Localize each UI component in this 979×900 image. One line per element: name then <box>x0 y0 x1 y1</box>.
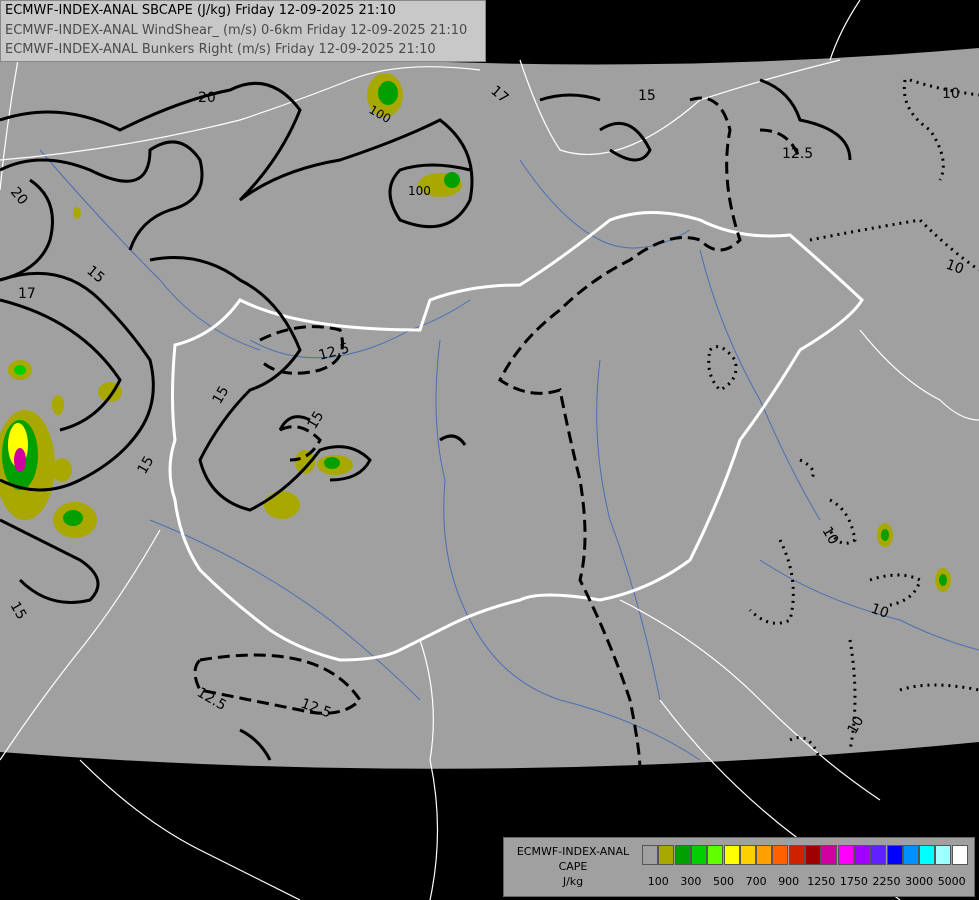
legend-swatch <box>935 845 952 865</box>
legend-swatch <box>674 845 691 865</box>
legend-tick-label: 3000 <box>905 875 934 888</box>
cape-label-100b: 100 <box>408 184 431 198</box>
legend-swatch <box>919 845 936 865</box>
header-title-windshear: ECMWF-INDEX-ANAL WindShear_ (m/s) 0-6km … <box>5 23 468 38</box>
legend-swatch <box>756 845 773 865</box>
legend-swatch <box>886 845 903 865</box>
cape-legend: ECMWF-INDEX-ANAL CAPE J/kg 100 300 500 700 9… <box>503 837 975 897</box>
legend-swatch <box>853 845 870 865</box>
weather-map: 20 20 17 17 15 15 15 15 15 15 12.5 12.5 … <box>0 0 979 900</box>
legend-swatch <box>642 845 658 865</box>
legend-swatch <box>772 845 789 865</box>
legend-swatch <box>821 845 838 865</box>
legend-title: ECMWF-INDEX-ANAL CAPE J/kg <box>506 844 640 889</box>
legend-swatch <box>837 845 854 865</box>
legend-swatch <box>788 845 805 865</box>
legend-title-unit: J/kg <box>562 875 584 888</box>
legend-tick-label: 2250 <box>872 875 901 888</box>
header-panel: ECMWF-INDEX-ANAL SBCAPE (J/kg) Friday 12… <box>0 0 486 62</box>
legend-tick-label: 1250 <box>807 875 836 888</box>
legend-title-source: ECMWF-INDEX-ANAL <box>516 845 630 858</box>
legend-tick-label: 500 <box>713 875 734 888</box>
contour-label-15a: 15 <box>638 88 656 104</box>
model-domain <box>0 25 979 769</box>
legend-tick-label: 300 <box>680 875 702 888</box>
legend-title-variable: CAPE <box>558 860 588 873</box>
legend-swatch <box>870 845 887 865</box>
legend-tick-label: 5000 <box>937 875 966 888</box>
legend-swatch <box>805 845 821 865</box>
contour-label-17b: 17 <box>18 286 36 302</box>
legend-tick-label: 1750 <box>839 875 868 888</box>
legend-swatch <box>902 845 919 865</box>
legend-swatch <box>690 845 707 865</box>
legend-tick-label: 700 <box>745 875 767 888</box>
legend-swatch <box>723 845 740 865</box>
header-title-bunkers: ECMWF-INDEX-ANAL Bunkers Right (m/s) Fri… <box>5 42 436 57</box>
legend-tick-label: 900 <box>778 875 800 888</box>
legend-swatch <box>951 845 968 865</box>
contour-label-20a: 20 <box>198 90 216 106</box>
legend-swatch <box>739 845 756 865</box>
header-title-cape: ECMWF-INDEX-ANAL SBCAPE (J/kg) Friday 12… <box>5 3 396 18</box>
legend-tick-label: 100 <box>647 875 669 888</box>
contour-label-10a: 10 <box>942 86 960 102</box>
legend-swatch <box>707 845 724 865</box>
contour-label-12-5a: 12.5 <box>782 146 813 162</box>
legend-swatch <box>658 845 675 865</box>
